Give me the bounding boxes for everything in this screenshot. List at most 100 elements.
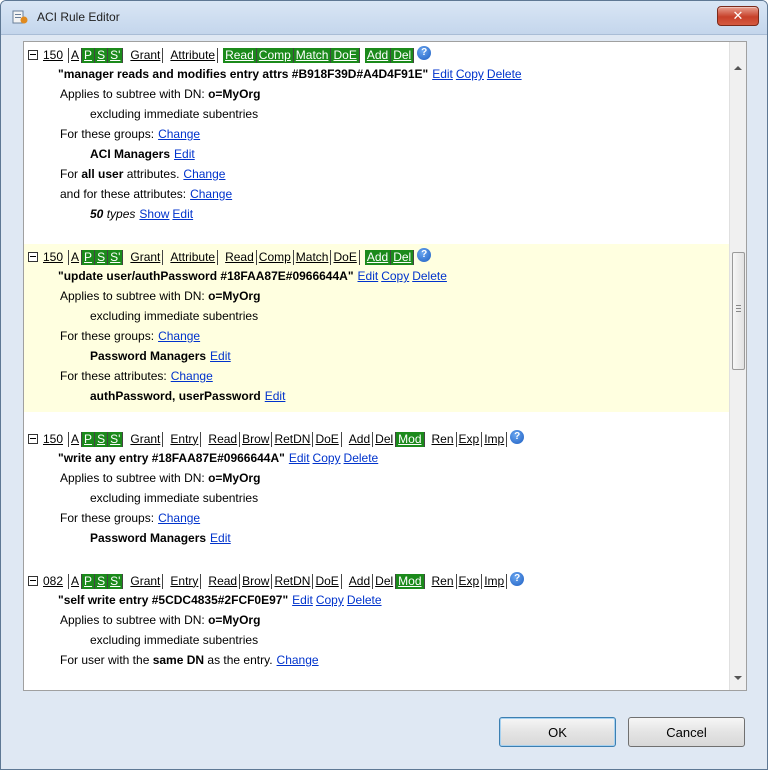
- permission-toggle[interactable]: RetDN: [272, 431, 314, 447]
- collapse-icon[interactable]: [28, 252, 38, 262]
- change-link[interactable]: Change: [183, 167, 225, 181]
- target-type-toggle[interactable]: Entry: [168, 573, 202, 589]
- permission-toggle[interactable]: Imp: [482, 431, 508, 447]
- grant-toggle[interactable]: Grant: [128, 573, 164, 589]
- change-link[interactable]: Change: [158, 511, 200, 525]
- edit-link[interactable]: Edit: [174, 147, 195, 161]
- edit-link[interactable]: Edit: [210, 531, 231, 545]
- help-icon[interactable]: ?: [510, 430, 525, 444]
- permission-toggle[interactable]: Ren: [430, 431, 457, 447]
- ok-button[interactable]: OK: [499, 717, 616, 747]
- permission-toggle[interactable]: DoE: [313, 431, 342, 447]
- permission-toggle[interactable]: Ren: [430, 573, 457, 589]
- help-icon[interactable]: ?: [510, 572, 525, 586]
- permission-toggle[interactable]: Add: [364, 249, 392, 265]
- permission-toggle[interactable]: Del: [391, 249, 415, 265]
- rule-priority[interactable]: 150: [43, 250, 63, 264]
- target-type-toggle[interactable]: Attribute: [168, 249, 219, 265]
- scope-toggle[interactable]: S: [95, 47, 109, 63]
- permission-toggle[interactable]: Comp: [257, 249, 294, 265]
- delete-link[interactable]: Delete: [347, 593, 382, 607]
- close-icon[interactable]: ✕: [717, 6, 759, 26]
- show-link[interactable]: Show: [139, 207, 169, 221]
- copy-link[interactable]: Copy: [313, 451, 341, 465]
- change-link[interactable]: Change: [158, 329, 200, 343]
- scroll-down-arrow-icon[interactable]: [734, 676, 742, 680]
- change-link[interactable]: Change: [190, 187, 232, 201]
- scope-toggle[interactable]: P: [82, 249, 96, 265]
- scroll-thumb[interactable]: [732, 252, 745, 370]
- collapse-icon[interactable]: [28, 434, 38, 444]
- permission-toggle[interactable]: Exp: [457, 573, 483, 589]
- copy-link[interactable]: Copy: [381, 269, 409, 283]
- permission-toggle[interactable]: Match: [294, 249, 332, 265]
- permission-toggle[interactable]: Read: [206, 573, 241, 589]
- permission-toggle[interactable]: Del: [373, 573, 397, 589]
- target-type-toggle[interactable]: Entry: [168, 431, 202, 447]
- scope-toggle[interactable]: A: [69, 249, 83, 265]
- permission-toggle[interactable]: DoE: [313, 573, 342, 589]
- scope-toggle[interactable]: S: [95, 249, 109, 265]
- permission-toggle[interactable]: Add: [364, 47, 392, 63]
- cancel-button[interactable]: Cancel: [628, 717, 745, 747]
- target-type-toggle[interactable]: Attribute: [168, 47, 219, 63]
- help-icon[interactable]: ?: [417, 46, 432, 60]
- collapse-icon[interactable]: [28, 50, 38, 60]
- scope-toggle[interactable]: P: [82, 573, 96, 589]
- permission-toggle[interactable]: Exp: [457, 431, 483, 447]
- rule-priority[interactable]: 082: [43, 574, 63, 588]
- scope-toggle[interactable]: A: [69, 573, 83, 589]
- edit-link[interactable]: Edit: [292, 593, 313, 607]
- permission-toggle[interactable]: Comp: [256, 47, 294, 63]
- copy-link[interactable]: Copy: [316, 593, 344, 607]
- collapse-icon[interactable]: [28, 576, 38, 586]
- scope-toggle[interactable]: A: [69, 431, 83, 447]
- rule-priority[interactable]: 150: [43, 48, 63, 62]
- permission-toggle[interactable]: Del: [391, 47, 415, 63]
- permission-toggle[interactable]: DoE: [331, 47, 360, 63]
- permission-toggle[interactable]: Read: [223, 249, 257, 265]
- scope-toggle[interactable]: S': [108, 431, 124, 447]
- scope-toggle[interactable]: S: [95, 573, 109, 589]
- permission-toggle[interactable]: DoE: [331, 249, 360, 265]
- scope-toggle[interactable]: S: [95, 431, 109, 447]
- scope-toggle[interactable]: S': [108, 249, 124, 265]
- permission-toggle[interactable]: Add: [347, 431, 374, 447]
- grant-toggle[interactable]: Grant: [128, 249, 164, 265]
- grant-toggle[interactable]: Grant: [128, 431, 164, 447]
- copy-link[interactable]: Copy: [456, 67, 484, 81]
- scroll-up-arrow-icon[interactable]: [734, 66, 742, 70]
- edit-link[interactable]: Edit: [358, 269, 379, 283]
- edit-link[interactable]: Edit: [432, 67, 453, 81]
- permission-toggle[interactable]: Read: [223, 47, 257, 63]
- scope-toggle[interactable]: A: [69, 47, 83, 63]
- change-link[interactable]: Change: [277, 653, 319, 667]
- scope-toggle[interactable]: P: [82, 431, 96, 447]
- permission-toggle[interactable]: Del: [373, 431, 397, 447]
- delete-link[interactable]: Delete: [412, 269, 447, 283]
- permission-toggle[interactable]: Match: [293, 47, 332, 63]
- permission-toggle[interactable]: Brow: [240, 573, 273, 589]
- edit-link[interactable]: Edit: [289, 451, 310, 465]
- permission-toggle[interactable]: Add: [347, 573, 374, 589]
- edit-link[interactable]: Edit: [172, 207, 193, 221]
- rule-priority[interactable]: 150: [43, 432, 63, 446]
- permission-toggle[interactable]: Mod: [396, 573, 425, 589]
- delete-link[interactable]: Delete: [344, 451, 379, 465]
- edit-link[interactable]: Edit: [265, 389, 286, 403]
- change-link[interactable]: Change: [171, 369, 213, 383]
- permission-toggle[interactable]: Mod: [396, 431, 425, 447]
- scope-toggle[interactable]: S': [108, 47, 124, 63]
- permission-toggle[interactable]: RetDN: [272, 573, 314, 589]
- delete-link[interactable]: Delete: [487, 67, 522, 81]
- scope-toggle[interactable]: S': [108, 573, 124, 589]
- permission-toggle[interactable]: Brow: [240, 431, 273, 447]
- help-icon[interactable]: ?: [417, 248, 432, 262]
- vertical-scrollbar[interactable]: [729, 42, 746, 690]
- grant-toggle[interactable]: Grant: [128, 47, 164, 63]
- permission-toggle[interactable]: Read: [206, 431, 241, 447]
- permission-toggle[interactable]: Imp: [482, 573, 508, 589]
- edit-link[interactable]: Edit: [210, 349, 231, 363]
- change-link[interactable]: Change: [158, 127, 200, 141]
- scope-toggle[interactable]: P: [82, 47, 96, 63]
